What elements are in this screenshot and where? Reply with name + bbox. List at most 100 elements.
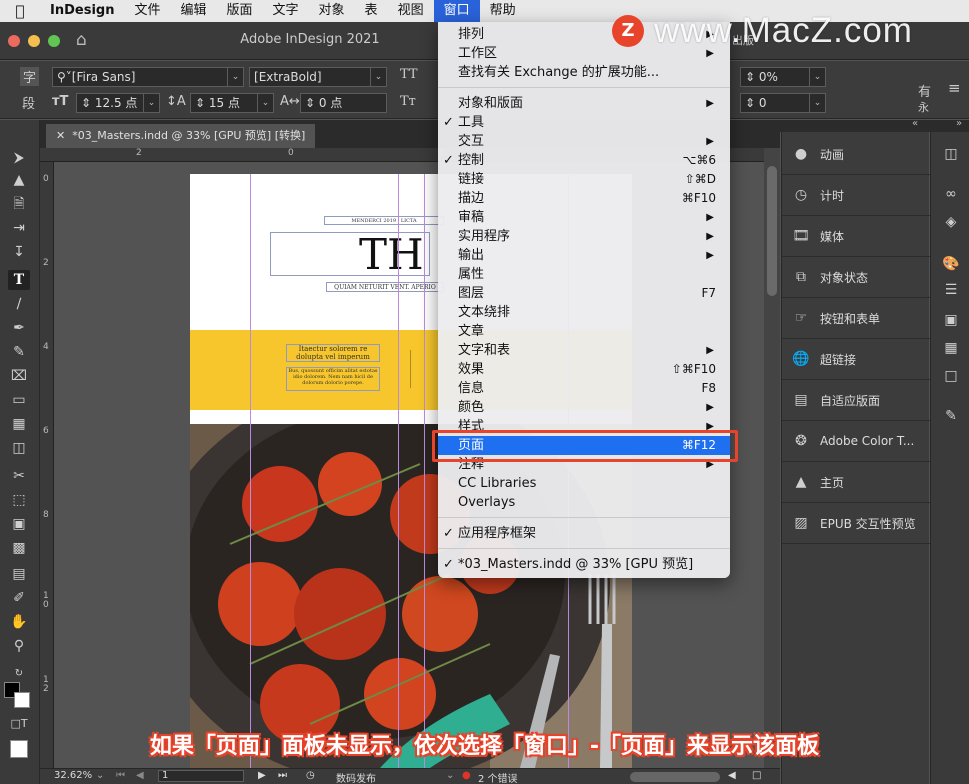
glyph-icon-a[interactable]: 有 xyxy=(918,81,931,100)
chevron-down-icon[interactable]: ⌄ xyxy=(257,94,273,112)
menu-table[interactable]: 表 xyxy=(355,0,388,22)
previous-page-icon[interactable]: ◀ xyxy=(136,770,144,781)
menu-help[interactable]: 帮助 xyxy=(480,0,526,22)
page-tool-icon[interactable]: 🗎 xyxy=(8,194,30,214)
font-size-field[interactable]: ⇕ 12.5 点 ⌄ xyxy=(76,93,160,113)
menu-view[interactable]: 视图 xyxy=(388,0,434,22)
menu-item-utilities[interactable]: 实用程序 ▶ xyxy=(438,227,730,246)
next-page-icon[interactable]: ▶ xyxy=(258,770,266,781)
font-family-field[interactable]: ⚲˅[Fira Sans] ⌄ xyxy=(52,67,244,87)
preflight-errors[interactable]: 2 个错误 xyxy=(478,770,518,784)
horizontal-scrollbar-thumb[interactable] xyxy=(630,772,720,782)
chevron-down-icon[interactable]: ⌄ xyxy=(227,68,243,86)
menu-item-type-tables[interactable]: 文字和表 ▶ xyxy=(438,341,730,360)
collapse-panel-icon[interactable]: « xyxy=(912,118,918,129)
character-mode-button[interactable]: 字 xyxy=(20,67,40,86)
chevron-down-icon[interactable]: ⌄ xyxy=(809,94,825,112)
gradient-tool-icon[interactable]: ▣ xyxy=(8,514,30,534)
links-panel-icon[interactable]: ∞ xyxy=(941,186,961,206)
menu-app-indesign[interactable]: InDesign xyxy=(40,0,124,22)
stepper-icon[interactable]: ⇕ xyxy=(305,96,315,110)
rectangle-tool-icon[interactable]: ▭ xyxy=(8,390,30,410)
hand-tool-icon[interactable]: ✋ xyxy=(8,612,30,632)
pencil-tool-icon[interactable]: ✎ xyxy=(8,342,30,362)
panel-epub-preview[interactable]: ▨ EPUB 交互性预览 xyxy=(782,503,930,544)
small-caps-button[interactable]: Tт xyxy=(400,94,416,109)
paragraph-panel-icon[interactable]: ☰ xyxy=(941,282,961,302)
panel-object-states[interactable]: ⧉ 对象状态 xyxy=(782,257,930,298)
chevron-down-icon[interactable]: ⌄ xyxy=(809,68,825,86)
gradient-panel-icon[interactable]: ▣ xyxy=(941,312,961,332)
stepper-icon[interactable]: ⇕ xyxy=(195,96,205,110)
zoom-tool-icon[interactable]: ⚲ xyxy=(8,636,30,656)
menu-item-open-document[interactable]: ✓ *03_Masters.indd @ 33% [GPU 预览] xyxy=(438,555,730,574)
panel-master-pages[interactable]: ▲ 主页 xyxy=(782,462,930,503)
menu-item-tools[interactable]: ✓ 工具 xyxy=(438,113,730,132)
zoom-chevron-icon[interactable]: ⌄ xyxy=(96,770,104,781)
menu-item-overlays[interactable]: Overlays xyxy=(438,493,730,512)
page-textbox-2[interactable]: Bus, quossunt officim alitat estotas idi… xyxy=(286,367,380,391)
first-page-icon[interactable]: ⏮ xyxy=(116,770,125,781)
menu-item-color[interactable]: 颜色 ▶ xyxy=(438,398,730,417)
menu-object[interactable]: 对象 xyxy=(309,0,355,22)
scissors-tool-icon[interactable]: ✂ xyxy=(8,466,30,486)
pen-tool-icon[interactable]: ✒ xyxy=(8,318,30,338)
rectangle-frame-tool-icon[interactable]: ⌧ xyxy=(8,366,30,386)
menu-item-control[interactable]: ✓ 控制 ⌥⌘6 xyxy=(438,151,730,170)
panel-liquid-layout[interactable]: ▤ 自适应版面 xyxy=(782,380,930,421)
stroke-color-swatch[interactable] xyxy=(14,692,30,708)
leading-field[interactable]: ⇕ 15 点 ⌄ xyxy=(190,93,274,113)
expand-panel-icon[interactable]: » xyxy=(956,118,962,129)
menu-item-review[interactable]: 审稿 ▶ xyxy=(438,208,730,227)
menu-item-properties[interactable]: 属性 xyxy=(438,265,730,284)
canvas-scrollbar[interactable] xyxy=(764,148,780,768)
menu-item-interactive[interactable]: 交互 ▶ xyxy=(438,132,730,151)
swap-colors-icon[interactable]: ↻ xyxy=(8,664,30,684)
menu-window[interactable]: 窗口 xyxy=(433,0,480,22)
line-tool-icon[interactable]: ∕ xyxy=(8,294,30,314)
grid-panel-icon[interactable]: ▦ xyxy=(941,340,961,360)
right-percent-field[interactable]: ⇕ 0% ⌄ xyxy=(740,67,826,87)
panel-animation[interactable]: ● 动画 xyxy=(782,134,930,175)
panel-menu-icon[interactable]: ≡ xyxy=(948,79,961,97)
menu-type[interactable]: 文字 xyxy=(263,0,309,22)
close-tab-icon[interactable]: ✕ xyxy=(56,129,65,142)
menu-item-cc-libraries[interactable]: CC Libraries xyxy=(438,474,730,493)
menu-item-object-layout[interactable]: 对象和版面 ▶ xyxy=(438,94,730,113)
chevron-down-icon[interactable]: ⌄ xyxy=(370,68,386,86)
stepper-icon[interactable]: ⇕ xyxy=(745,96,755,110)
panel-hyperlinks[interactable]: 🌐 超链接 xyxy=(782,339,930,380)
styles-panel-icon[interactable]: ✎ xyxy=(941,408,961,428)
content-collector-icon[interactable]: ↧ xyxy=(8,242,30,262)
menu-item-layers[interactable]: 图层 F7 xyxy=(438,284,730,303)
stepper-icon[interactable]: ⇕ xyxy=(81,96,91,110)
scrollbar-thumb[interactable] xyxy=(767,166,777,296)
type-tool-icon[interactable]: T xyxy=(8,270,30,290)
grid-tool-icon[interactable]: ◫ xyxy=(8,438,30,458)
image-tool-icon[interactable]: ▩ xyxy=(8,538,30,558)
menu-item-links[interactable]: 链接 ⇧⌘D xyxy=(438,170,730,189)
table-tool-icon[interactable]: ▦ xyxy=(8,414,30,434)
apple-icon[interactable]:  xyxy=(0,2,40,20)
panel-media[interactable]: 🎞 媒体 xyxy=(782,216,930,257)
eyedropper-tool-icon[interactable]: ✐ xyxy=(8,588,30,608)
panel-adobe-color[interactable]: ❂ Adobe Color T... xyxy=(782,421,930,462)
chevron-down-icon[interactable]: ⌄ xyxy=(143,94,159,112)
menu-file[interactable]: 文件 xyxy=(124,0,170,22)
preflight-profile[interactable]: 数码发布 xyxy=(336,770,376,784)
all-caps-button[interactable]: TT xyxy=(400,67,418,82)
menu-edit[interactable]: 编辑 xyxy=(170,0,216,22)
page-number-field[interactable]: 1 xyxy=(158,770,244,782)
selection-tool-icon[interactable]: ⮞ xyxy=(8,148,30,168)
menu-item-find-extensions[interactable]: 查找有关 Exchange 的扩展功能... xyxy=(438,63,730,82)
gap-tool-icon[interactable]: ⇥ xyxy=(8,218,30,238)
profile-chevron-icon[interactable]: ⌄ xyxy=(446,770,454,781)
glyph-icon-b[interactable]: 永 xyxy=(918,99,929,115)
zoom-level[interactable]: 32.62% xyxy=(54,770,92,781)
note-tool-icon[interactable]: ▤ xyxy=(8,564,30,584)
menu-item-application-frame[interactable]: ✓ 应用程序框架 xyxy=(438,524,730,543)
menu-item-info[interactable]: 信息 F8 xyxy=(438,379,730,398)
menu-layout[interactable]: 版面 xyxy=(217,0,263,22)
panel-timing[interactable]: ◷ 计时 xyxy=(782,175,930,216)
layers-panel-icon[interactable]: ◈ xyxy=(941,214,961,234)
